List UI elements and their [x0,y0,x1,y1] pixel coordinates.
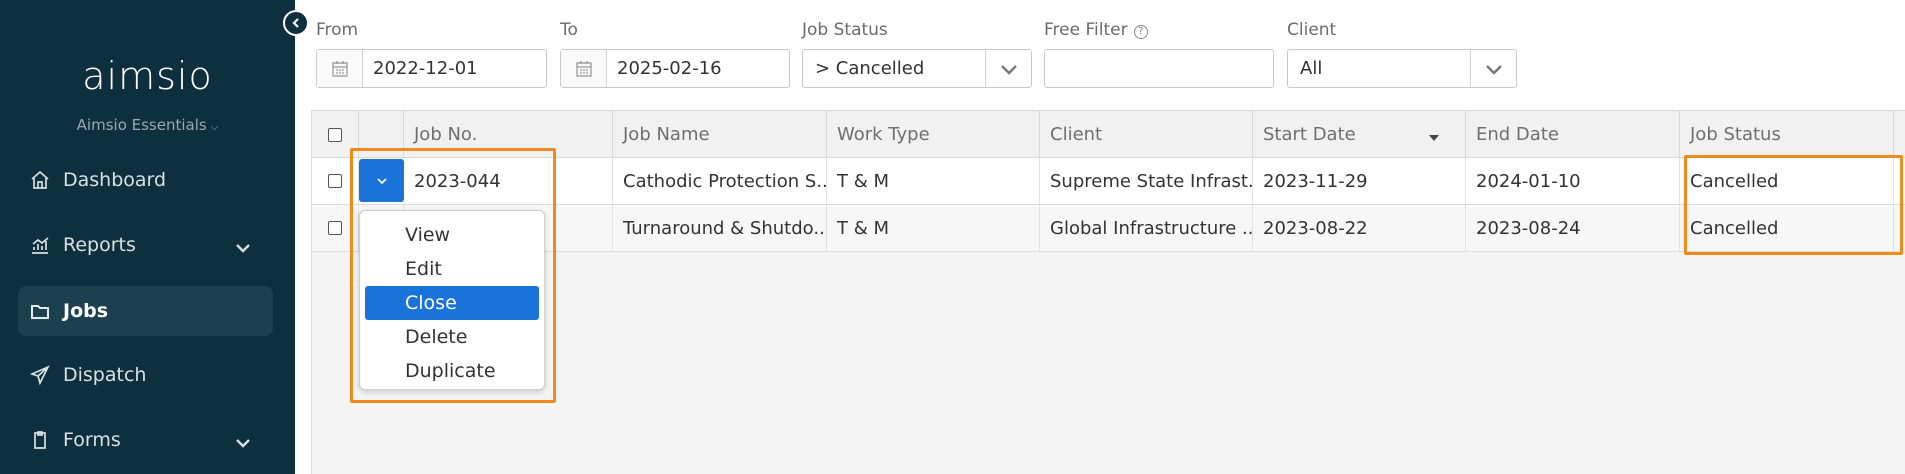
cell-start-date: 2023-08-22 [1253,205,1466,251]
help-icon[interactable]: ? [1133,25,1148,39]
cell-end-date: 2023-08-24 [1466,205,1680,251]
calendar-icon[interactable] [561,50,607,87]
to-date-field[interactable]: 2025-02-16 [560,49,790,88]
column-header-end-date[interactable]: End Date [1466,111,1680,158]
to-date-value: 2025-02-16 [617,58,722,79]
sidebar-item-label: Dispatch [63,364,147,386]
row-actions-button[interactable] [359,159,404,202]
sidebar-item-label: Reports [63,234,136,256]
clipboard-icon [29,429,51,451]
chevron-down-icon [235,432,251,454]
row-select-cell [312,205,359,251]
home-icon [29,169,51,191]
job-status-value: > Cancelled [815,58,925,79]
row-actions-menu: View Edit Close Delete Duplicate [359,210,545,390]
cell-work-type: T & M [827,205,1040,251]
select-all-checkbox[interactable] [328,127,342,142]
row-checkbox[interactable] [328,174,342,188]
column-header-label: Start Date [1263,124,1356,145]
to-label: To [560,20,578,40]
chevron-down-icon [376,177,387,184]
cell-client: Supreme State Infrast... [1040,158,1253,204]
from-date-field[interactable]: 2022-12-01 [316,49,547,88]
column-header-job-name[interactable]: Job Name [613,111,827,158]
cell-start-date: 2023-11-29 [1253,158,1466,204]
client-value: All [1300,58,1323,79]
menu-item-delete[interactable]: Delete [365,320,539,354]
app-logo: aimsio [82,54,213,98]
client-select[interactable]: All [1287,49,1517,88]
menu-item-close[interactable]: Close [365,286,539,320]
client-label: Client [1287,20,1337,40]
cell-job-status: Cancelled [1680,205,1894,251]
sidebar-item-reports[interactable]: Reports [18,220,273,270]
column-header-job-no[interactable]: Job No. [404,111,613,158]
cell-job-name: Turnaround & Shutdo... [613,205,827,251]
chevron-down-icon [235,237,251,259]
jobs-grid: Job No. Job Name Work Type Client Start … [311,110,1905,474]
job-status-label: Job Status [802,20,888,40]
row-select-cell [312,158,359,204]
chart-icon [29,234,51,256]
folder-icon [29,300,51,322]
menu-item-view[interactable]: View [365,218,539,252]
chevron-down-icon: ⌵ [210,122,219,133]
column-header-client[interactable]: Client [1040,111,1253,158]
cell-work-type: T & M [827,158,1040,204]
grid-header: Job No. Job Name Work Type Client Start … [312,110,1905,158]
menu-item-duplicate[interactable]: Duplicate [365,354,539,388]
free-filter-label: Free Filter? [1044,20,1148,40]
row-checkbox[interactable] [328,221,342,235]
chevron-left-icon [292,18,299,28]
sidebar-item-label: Forms [63,429,121,451]
column-header-work-type[interactable]: Work Type [827,111,1040,158]
sidebar: aimsio Aimsio Essentials ⌵ Dashboard Repo… [0,0,295,474]
cell-job-status: Cancelled [1680,158,1894,204]
column-header-start-date[interactable]: Start Date [1253,111,1466,158]
sidebar-item-dispatch[interactable]: Dispatch [18,350,273,400]
column-header-job-status[interactable]: Job Status [1680,111,1894,158]
cell-client: Global Infrastructure ... [1040,205,1253,251]
sidebar-item-forms[interactable]: Forms [18,415,273,465]
select-all-cell [312,111,359,158]
chevron-down-icon[interactable] [1470,50,1516,87]
job-status-select[interactable]: > Cancelled [802,49,1032,88]
menu-item-edit[interactable]: Edit [365,252,539,286]
sidebar-collapse-button[interactable] [283,10,309,36]
sidebar-item-label: Jobs [63,300,109,322]
chevron-down-icon[interactable] [985,50,1031,87]
table-row[interactable]: 2023-044 Cathodic Protection S... T & M … [312,158,1905,205]
sidebar-item-dashboard[interactable]: Dashboard [18,155,273,205]
cell-job-name: Cathodic Protection S... [613,158,827,204]
workspace-name: Aimsio Essentials [76,116,207,134]
send-icon [29,364,51,386]
calendar-icon[interactable] [317,50,363,87]
free-filter-label-text: Free Filter [1044,20,1128,40]
from-date-value: 2022-12-01 [373,58,478,79]
sort-descending-icon [1429,135,1439,141]
workspace-switcher[interactable]: Aimsio Essentials ⌵ [0,116,295,134]
from-label: From [316,20,359,40]
sidebar-item-label: Dashboard [63,169,167,191]
sidebar-item-jobs[interactable]: Jobs [18,286,273,336]
action-header [359,111,404,158]
table-row[interactable]: Turnaround & Shutdo... T & M Global Infr… [312,205,1905,252]
free-filter-input[interactable] [1044,49,1274,88]
cell-end-date: 2024-01-10 [1466,158,1680,204]
cell-job-no: 2023-044 [404,158,613,204]
